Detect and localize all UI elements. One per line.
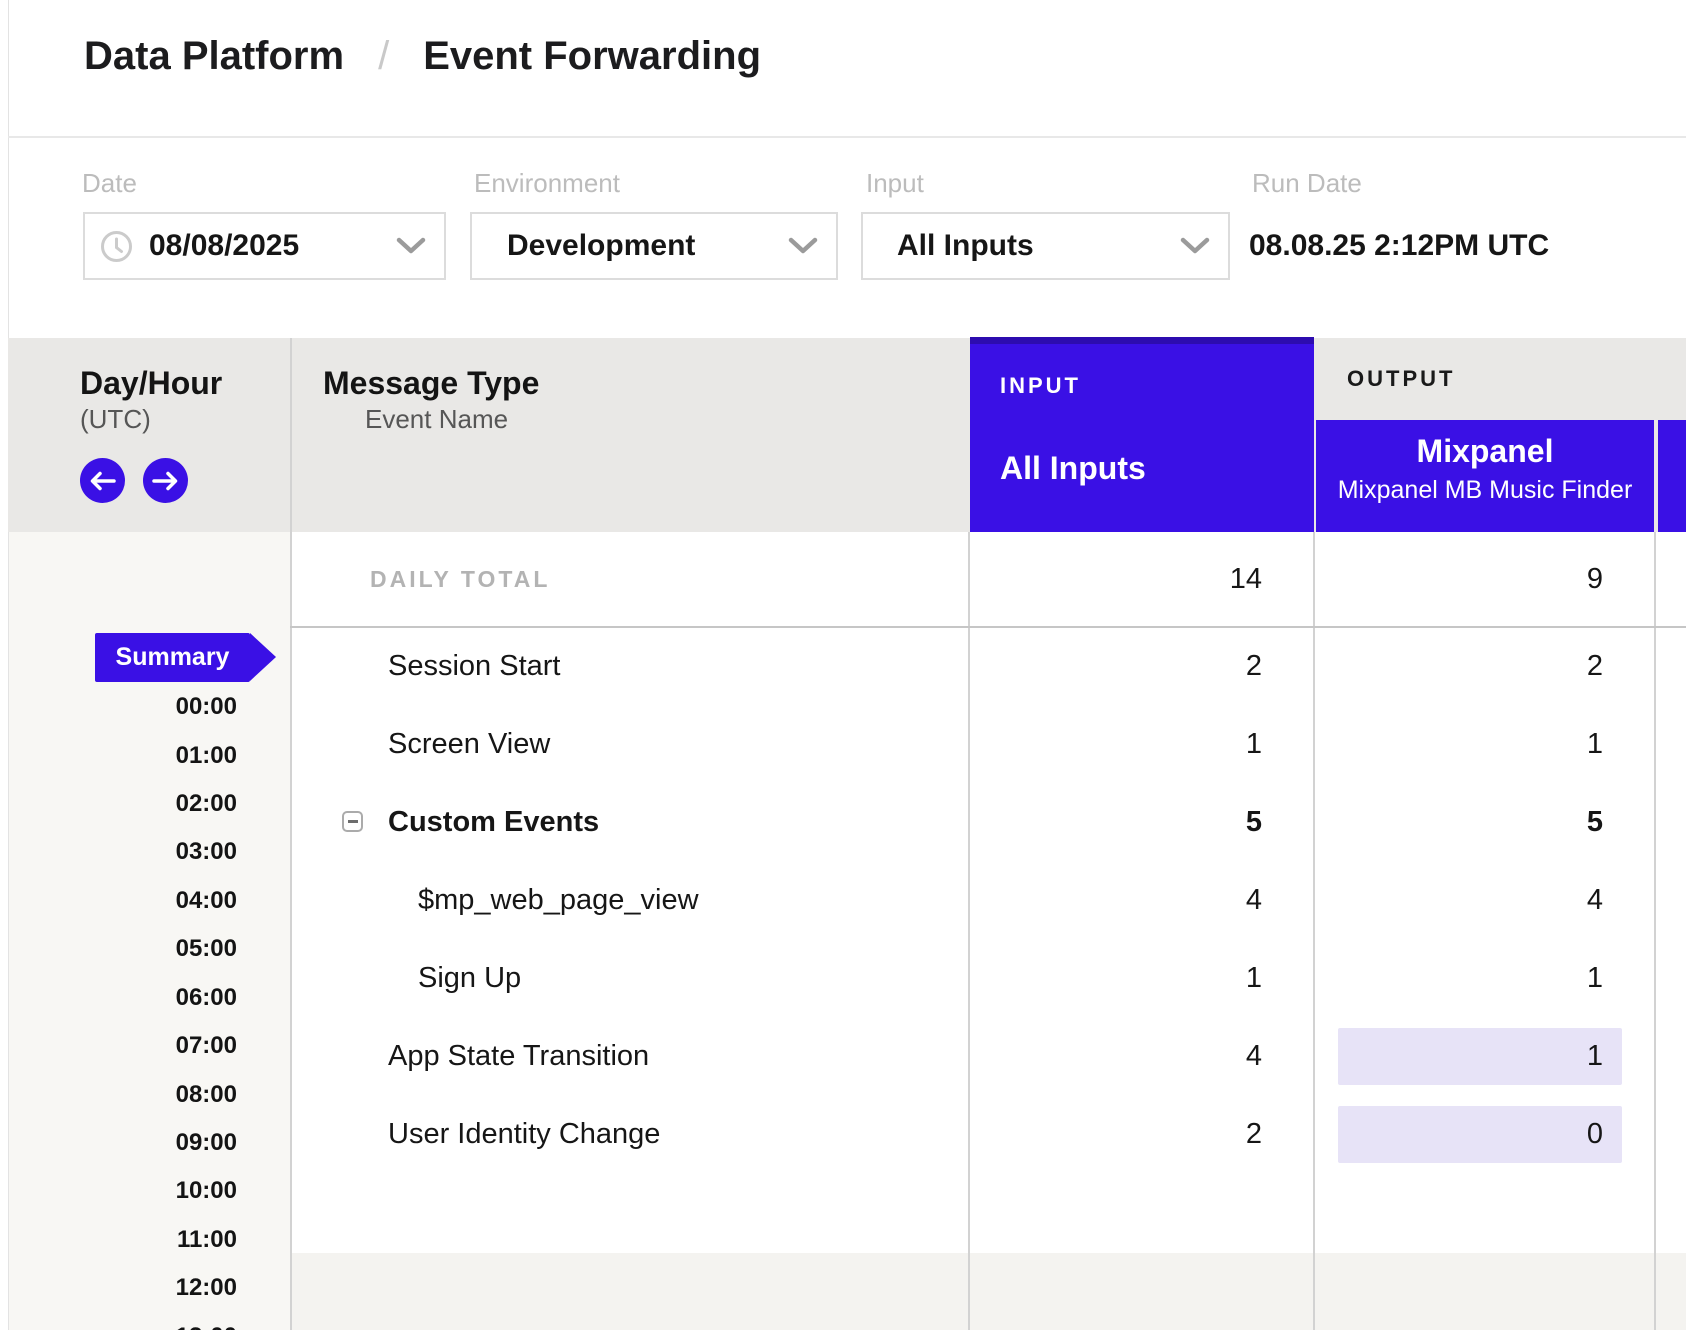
chevron-down-icon xyxy=(788,237,818,255)
table-row: User Identity Change 2 0 xyxy=(290,1095,1686,1173)
row-input-value: 5 xyxy=(970,783,1314,861)
chevron-down-icon xyxy=(396,237,426,255)
header-divider xyxy=(8,136,1686,138)
input-value: All Inputs xyxy=(897,229,1034,263)
hour-item[interactable]: 02:00 xyxy=(8,780,237,828)
run-date-label: Run Date xyxy=(1252,168,1362,199)
row-output-value: 0 xyxy=(1314,1095,1654,1173)
run-date-value: 08.08.25 2:12PM UTC xyxy=(1249,226,1549,266)
row-input-value: 1 xyxy=(970,705,1314,783)
column-border xyxy=(968,532,970,1330)
row-input-value: 4 xyxy=(970,861,1314,939)
input-label: Input xyxy=(866,168,924,199)
row-input-value: 2 xyxy=(970,1095,1314,1173)
date-label: Date xyxy=(82,168,137,199)
hour-item[interactable]: 11:00 xyxy=(8,1216,237,1264)
row-label: $mp_web_page_view xyxy=(418,884,699,916)
hour-item[interactable]: 10:00 xyxy=(8,1167,237,1215)
hour-item[interactable]: 08:00 xyxy=(8,1071,237,1119)
column-border xyxy=(1313,532,1315,1330)
breadcrumb-separator: / xyxy=(378,34,389,79)
output-column-subtitle: Mixpanel MB Music Finder xyxy=(1316,476,1654,505)
arrow-left-icon xyxy=(89,471,116,491)
row-output-value: 5 xyxy=(1314,783,1654,861)
row-output-value: 1 xyxy=(1314,939,1654,1017)
input-column-header: INPUT All Inputs xyxy=(970,337,1314,532)
output-column-header: Mixpanel Mixpanel MB Music Finder xyxy=(1316,420,1654,532)
row-output-value: 2 xyxy=(1314,627,1654,705)
output-column-partial xyxy=(1658,420,1686,532)
page-title: Event Forwarding xyxy=(423,34,761,79)
output-column-name: Mixpanel xyxy=(1316,433,1654,470)
column-border xyxy=(290,338,292,1330)
hour-item[interactable]: 12:00 xyxy=(8,1264,237,1312)
breadcrumb: Data Platform / Event Forwarding xyxy=(84,34,761,79)
hour-item[interactable]: 00:00 xyxy=(8,683,237,731)
summary-badge[interactable]: Summary xyxy=(95,633,250,682)
column-header-message-type: Message Type xyxy=(323,365,539,402)
arrow-right-icon xyxy=(152,471,179,491)
hour-item[interactable]: 05:00 xyxy=(8,925,237,973)
table-row-expandable: Custom Events 5 5 xyxy=(290,783,1686,861)
hour-item[interactable]: 06:00 xyxy=(8,974,237,1022)
row-input-value: 1 xyxy=(970,939,1314,1017)
row-input-value: 4 xyxy=(970,1017,1314,1095)
day-hour-subtitle: (UTC) xyxy=(80,404,151,435)
row-input-value: 2 xyxy=(970,627,1314,705)
daily-total-input-value: 14 xyxy=(970,532,1314,627)
row-label: App State Transition xyxy=(388,1040,649,1072)
row-output-value: 1 xyxy=(1314,705,1654,783)
table-row: App State Transition 4 1 xyxy=(290,1017,1686,1095)
table-row: Screen View 1 1 xyxy=(290,705,1686,783)
row-output-value: 4 xyxy=(1314,861,1654,939)
hour-item[interactable]: 03:00 xyxy=(8,828,237,876)
breadcrumb-section[interactable]: Data Platform xyxy=(84,34,344,79)
daily-total-divider xyxy=(290,626,1686,628)
highlighted-cell xyxy=(1338,1106,1622,1163)
row-label: User Identity Change xyxy=(388,1118,660,1150)
hour-item[interactable]: 09:00 xyxy=(8,1119,237,1167)
table-footer-band xyxy=(292,1253,1686,1330)
daily-total-label: DAILY TOTAL xyxy=(290,532,970,627)
column-border xyxy=(1654,532,1656,1330)
output-group-label: OUTPUT xyxy=(1347,366,1455,392)
highlighted-cell xyxy=(1338,1028,1622,1085)
hour-item[interactable]: 04:00 xyxy=(8,877,237,925)
hour-item[interactable]: 07:00 xyxy=(8,1022,237,1070)
message-type-subtitle: Event Name xyxy=(365,404,508,435)
date-value: 08/08/2025 xyxy=(149,229,299,263)
row-label: Session Start xyxy=(388,650,560,682)
table-header: Day/Hour (UTC) Message Type Event Name I… xyxy=(8,338,1686,532)
input-column-name: All Inputs xyxy=(1000,450,1146,487)
hour-item[interactable]: 13:00 xyxy=(8,1313,237,1330)
event-forwarding-page: Data Platform / Event Forwarding Date En… xyxy=(0,0,1686,1330)
chevron-down-icon xyxy=(1180,237,1210,255)
row-label: Screen View xyxy=(388,728,550,760)
input-group-label: INPUT xyxy=(1000,373,1081,399)
table-row: Session Start 2 2 xyxy=(290,627,1686,705)
hour-item[interactable]: 01:00 xyxy=(8,732,237,780)
event-rows: Session Start 2 2 Screen View 1 1 Custom… xyxy=(290,627,1686,1173)
environment-label: Environment xyxy=(474,168,620,199)
clock-icon xyxy=(100,230,133,263)
table-row-child: $mp_web_page_view 4 4 xyxy=(290,861,1686,939)
environment-value: Development xyxy=(507,229,695,263)
date-select[interactable]: 08/08/2025 xyxy=(83,212,446,280)
row-label: Custom Events xyxy=(388,806,599,838)
row-label: Sign Up xyxy=(418,962,521,994)
environment-select[interactable]: Development xyxy=(470,212,838,280)
column-header-day-hour: Day/Hour xyxy=(80,365,222,402)
row-output-value: 1 xyxy=(1314,1017,1654,1095)
previous-day-button[interactable] xyxy=(80,458,125,503)
next-day-button[interactable] xyxy=(143,458,188,503)
daily-total-row: DAILY TOTAL 14 9 xyxy=(290,532,1686,627)
table-row-child: Sign Up 1 1 xyxy=(290,939,1686,1017)
daily-total-output-value: 9 xyxy=(1314,532,1654,627)
input-select[interactable]: All Inputs xyxy=(861,212,1230,280)
